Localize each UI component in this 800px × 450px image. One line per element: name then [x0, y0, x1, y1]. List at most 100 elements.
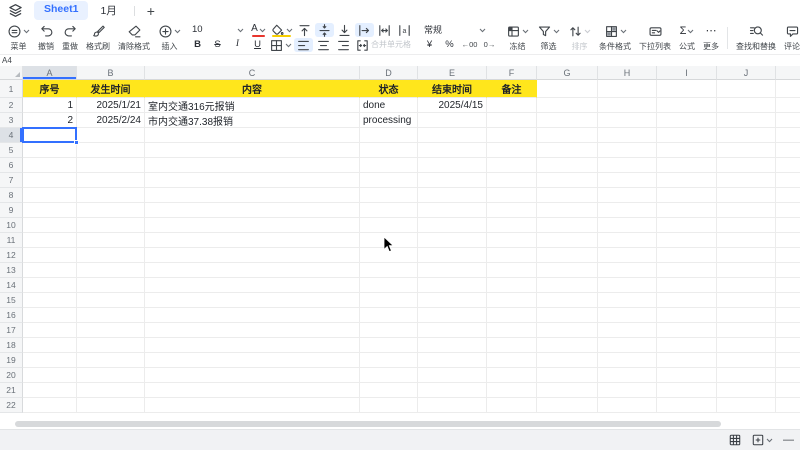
cell-E14[interactable] [418, 278, 487, 293]
cell-x20[interactable] [776, 368, 800, 383]
wrap-text-button[interactable] [375, 23, 394, 37]
cell-E11[interactable] [418, 233, 487, 248]
column-header-C[interactable]: C [145, 66, 360, 80]
cell-I2[interactable] [657, 98, 717, 113]
cell-D15[interactable] [360, 293, 418, 308]
cell-J8[interactable] [717, 188, 776, 203]
cell-H19[interactable] [598, 353, 657, 368]
format-painter-button[interactable]: 格式刷 [83, 22, 113, 53]
cell-H16[interactable] [598, 308, 657, 323]
cell-E9[interactable] [418, 203, 487, 218]
cell-D3[interactable]: processing [360, 113, 418, 128]
cell-E17[interactable] [418, 323, 487, 338]
cell-G13[interactable] [537, 263, 598, 278]
wrap-overflow-button[interactable] [355, 23, 374, 37]
cell-B18[interactable] [77, 338, 145, 353]
cell-B7[interactable] [77, 173, 145, 188]
cell-D16[interactable] [360, 308, 418, 323]
cell-J13[interactable] [717, 263, 776, 278]
number-format-button[interactable]: 常规 [420, 23, 490, 37]
cell-H7[interactable] [598, 173, 657, 188]
cell-G17[interactable] [537, 323, 598, 338]
cell-I17[interactable] [657, 323, 717, 338]
cell-F10[interactable] [487, 218, 537, 233]
cell-I14[interactable] [657, 278, 717, 293]
cell-H20[interactable] [598, 368, 657, 383]
cell-F13[interactable] [487, 263, 537, 278]
cell-x1[interactable] [776, 80, 800, 98]
cell-A15[interactable] [23, 293, 77, 308]
valign-middle-button[interactable] [315, 23, 334, 37]
cell-C7[interactable] [145, 173, 360, 188]
cell-B22[interactable] [77, 398, 145, 413]
column-header-J[interactable]: J [717, 66, 776, 80]
cell-J1[interactable] [717, 80, 776, 98]
borders-button[interactable] [268, 38, 293, 52]
cell-D2[interactable]: done [360, 98, 418, 113]
cell-F6[interactable] [487, 158, 537, 173]
row-header-15[interactable]: 15 [0, 293, 23, 308]
cell-D1[interactable]: 状态 [360, 80, 418, 98]
cell-F12[interactable] [487, 248, 537, 263]
cell-H1[interactable] [598, 80, 657, 98]
cell-E19[interactable] [418, 353, 487, 368]
cell-E2[interactable]: 2025/4/15 [418, 98, 487, 113]
cell-D12[interactable] [360, 248, 418, 263]
cell-I13[interactable] [657, 263, 717, 278]
cell-F4[interactable] [487, 128, 537, 143]
cell-H11[interactable] [598, 233, 657, 248]
cell-C3[interactable]: 市内交通37.38报销 [145, 113, 360, 128]
cell-C16[interactable] [145, 308, 360, 323]
sort-button[interactable]: 排序 [565, 22, 594, 53]
cell-H18[interactable] [598, 338, 657, 353]
cell-I20[interactable] [657, 368, 717, 383]
cell-G10[interactable] [537, 218, 598, 233]
cell-A18[interactable] [23, 338, 77, 353]
cell-H8[interactable] [598, 188, 657, 203]
cell-D18[interactable] [360, 338, 418, 353]
cell-B19[interactable] [77, 353, 145, 368]
row-header-22[interactable]: 22 [0, 398, 23, 413]
row-header-6[interactable]: 6 [0, 158, 23, 173]
cell-x10[interactable] [776, 218, 800, 233]
cell-E6[interactable] [418, 158, 487, 173]
cell-J20[interactable] [717, 368, 776, 383]
cell-A11[interactable] [23, 233, 77, 248]
cell-B10[interactable] [77, 218, 145, 233]
sheet-panel-icon[interactable] [8, 3, 23, 18]
cell-C11[interactable] [145, 233, 360, 248]
cell-I3[interactable] [657, 113, 717, 128]
row-header-11[interactable]: 11 [0, 233, 23, 248]
cell-A12[interactable] [23, 248, 77, 263]
cell-B6[interactable] [77, 158, 145, 173]
cell-C20[interactable] [145, 368, 360, 383]
horizontal-scrollbar[interactable] [15, 421, 721, 427]
menu-button[interactable]: 菜单 [4, 22, 33, 53]
cell-B3[interactable]: 2025/2/24 [77, 113, 145, 128]
cell-J19[interactable] [717, 353, 776, 368]
row-header-4[interactable]: 4 [0, 128, 23, 143]
cell-x16[interactable] [776, 308, 800, 323]
cell-B14[interactable] [77, 278, 145, 293]
name-box[interactable]: A4 [0, 56, 12, 65]
cell-I15[interactable] [657, 293, 717, 308]
cell-D5[interactable] [360, 143, 418, 158]
font-size-button[interactable]: 10 [188, 23, 248, 37]
cell-x6[interactable] [776, 158, 800, 173]
cell-D4[interactable] [360, 128, 418, 143]
undo-button[interactable]: 撤销 [35, 22, 57, 53]
cell-F15[interactable] [487, 293, 537, 308]
valign-bottom-button[interactable] [335, 23, 354, 37]
cell-J5[interactable] [717, 143, 776, 158]
cell-A1[interactable]: 序号 [23, 80, 77, 98]
cell-J16[interactable] [717, 308, 776, 323]
zoom-out-icon[interactable]: — [782, 434, 795, 446]
cell-G9[interactable] [537, 203, 598, 218]
cell-I18[interactable] [657, 338, 717, 353]
cell-A22[interactable] [23, 398, 77, 413]
cell-G22[interactable] [537, 398, 598, 413]
cell-J12[interactable] [717, 248, 776, 263]
cell-H10[interactable] [598, 218, 657, 233]
cell-E18[interactable] [418, 338, 487, 353]
decimal-increase-button[interactable]: ←00 [460, 38, 479, 52]
